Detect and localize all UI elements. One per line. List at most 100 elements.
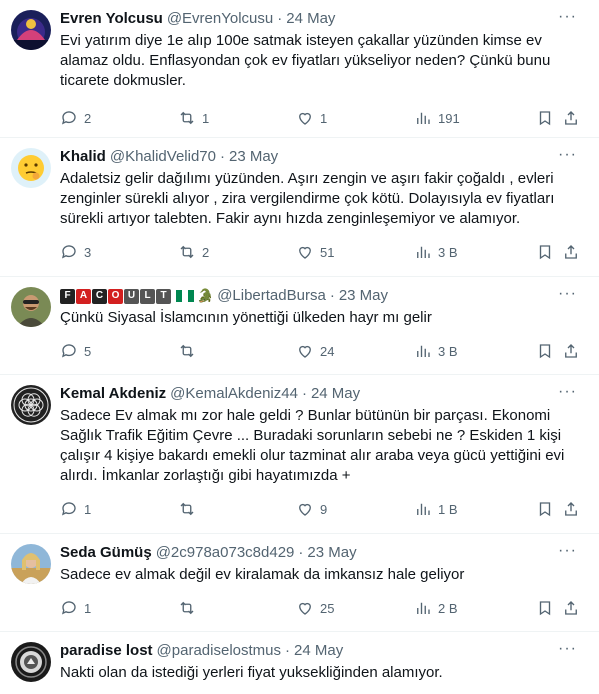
share-icon xyxy=(565,245,577,259)
share-icon xyxy=(565,502,577,516)
avatar[interactable] xyxy=(11,148,51,188)
avatar[interactable] xyxy=(11,10,51,50)
retweet-button[interactable]: 1 xyxy=(178,109,296,127)
tweet[interactable]: Khalid @KhalidVelid70 · 23 May ··· Adale… xyxy=(0,138,599,277)
retweet-icon xyxy=(180,111,194,125)
share-icon xyxy=(565,344,577,358)
share-button[interactable] xyxy=(562,599,582,617)
avatar[interactable] xyxy=(11,544,51,584)
tweet[interactable]: Evren Yolcusu @EvrenYolcusu · 24 May ···… xyxy=(0,0,599,138)
heart-icon xyxy=(299,345,311,358)
separator-dot: · xyxy=(329,287,335,304)
reply-icon xyxy=(61,502,76,516)
tweet-date[interactable]: 23 May xyxy=(307,544,356,562)
reply-button[interactable]: 3 xyxy=(60,243,178,261)
author-handle[interactable]: @KemalAkdeniz44 xyxy=(170,385,298,403)
author-name[interactable]: Kemal Akdeniz xyxy=(60,385,166,403)
avatar[interactable] xyxy=(11,385,51,425)
tweet-text: Evi yatırım diye 1e alıp 100e satmak ist… xyxy=(60,32,551,89)
reply-button[interactable]: 1 xyxy=(60,500,178,518)
bookmark-icon xyxy=(539,111,551,126)
bookmark-icon xyxy=(539,245,551,260)
views-button[interactable]: 3 B xyxy=(414,342,536,360)
reply-button[interactable]: 5 xyxy=(60,342,178,360)
author-handle[interactable]: @paradiselostmus xyxy=(157,642,281,660)
more-options-icon[interactable]: ··· xyxy=(558,146,577,164)
share-icon xyxy=(565,111,577,125)
reply-count: 1 xyxy=(84,501,92,517)
retweet-button[interactable] xyxy=(178,500,296,518)
like-count: 1 xyxy=(320,110,328,126)
author-name[interactable]: Khalid xyxy=(60,148,106,166)
tweet-feed: Evren Yolcusu @EvrenYolcusu · 24 May ···… xyxy=(0,0,599,694)
reply-button[interactable]: 1 xyxy=(60,599,178,617)
author-handle[interactable]: @2c978a073c8d429 xyxy=(156,544,295,562)
bookmark-button[interactable] xyxy=(536,599,562,617)
author-handle[interactable]: @EvrenYolcusu xyxy=(167,10,273,28)
tweet-date[interactable]: 24 May xyxy=(294,642,343,660)
tweet-actions: 1 25 2 B xyxy=(60,589,583,627)
views-button[interactable]: 2 B xyxy=(414,599,536,617)
like-button[interactable]: 9 xyxy=(296,500,414,518)
like-button[interactable]: 24 xyxy=(296,342,414,360)
avatar[interactable] xyxy=(11,287,51,327)
heart-icon xyxy=(299,112,311,125)
like-button[interactable]: 1 xyxy=(296,109,414,127)
more-options-icon[interactable]: ··· xyxy=(558,542,577,560)
tweet-date[interactable]: 23 May xyxy=(339,287,388,305)
retweet-button[interactable] xyxy=(178,342,296,360)
bookmark-button[interactable] xyxy=(536,243,562,261)
tweet[interactable]: Kemal Akdeniz @KemalAkdeniz44 · 24 May ·… xyxy=(0,375,599,534)
reply-button[interactable]: 2 xyxy=(60,109,178,127)
tweet-date[interactable]: 23 May xyxy=(229,148,278,166)
more-options-icon[interactable]: ··· xyxy=(558,640,577,658)
heart-icon xyxy=(299,503,311,516)
separator-dot: · xyxy=(285,642,290,659)
separator-dot: · xyxy=(277,10,283,27)
separator-dot: · xyxy=(298,544,304,561)
views-button[interactable]: 3 B xyxy=(414,243,536,261)
tweet-text: Sadece ev almak değil ev kiralamak da im… xyxy=(60,566,465,583)
tweet[interactable]: Seda Gümüş @2c978a073c8d429 · 23 May ···… xyxy=(0,534,599,632)
author-name[interactable]: Evren Yolcusu xyxy=(60,10,163,28)
share-button[interactable] xyxy=(562,342,582,360)
views-button[interactable]: 1 B xyxy=(414,500,536,518)
bookmark-button[interactable] xyxy=(536,109,562,127)
retweet-button[interactable] xyxy=(178,599,296,617)
author-handle[interactable]: @KhalidVelid70 xyxy=(110,148,216,166)
author-name[interactable]: F A C O U L T 🐊 xyxy=(60,287,217,305)
bookmark-button[interactable] xyxy=(536,500,562,518)
bookmark-button[interactable] xyxy=(536,342,562,360)
share-button[interactable] xyxy=(562,109,582,127)
tweet-actions: 5 24 3 B xyxy=(60,332,583,370)
retweet-count: 2 xyxy=(202,244,210,260)
tweet[interactable]: paradise lost @paradiselostmus · 24 May … xyxy=(0,632,599,694)
retweet-icon xyxy=(180,502,194,516)
retweet-icon xyxy=(180,245,194,259)
views-chart-icon xyxy=(417,503,430,515)
tweet[interactable]: F A C O U L T 🐊 @LibertadBursa · 23 May … xyxy=(0,277,599,375)
author-name[interactable]: paradise lost xyxy=(60,642,153,660)
nigeria-flag-icon xyxy=(176,290,194,302)
view-count: 3 B xyxy=(438,343,458,359)
tweet-date[interactable]: 24 May xyxy=(311,385,360,403)
author-handle[interactable]: @LibertadBursa xyxy=(217,287,326,305)
more-options-icon[interactable]: ··· xyxy=(558,285,577,303)
share-button[interactable] xyxy=(562,500,582,518)
like-button[interactable]: 51 xyxy=(296,243,414,261)
bookmark-icon xyxy=(539,601,551,616)
avatar[interactable] xyxy=(11,642,51,682)
like-button[interactable]: 25 xyxy=(296,599,414,617)
more-options-icon[interactable]: ··· xyxy=(558,8,577,26)
share-button[interactable] xyxy=(562,243,582,261)
views-chart-icon xyxy=(417,602,430,614)
reply-icon xyxy=(61,245,76,259)
views-button[interactable]: 191 xyxy=(414,109,536,127)
retweet-icon xyxy=(180,601,194,615)
heart-icon xyxy=(299,246,311,259)
view-count: 3 B xyxy=(438,244,458,260)
tweet-date[interactable]: 24 May xyxy=(286,10,335,28)
more-options-icon[interactable]: ··· xyxy=(558,383,577,401)
author-name[interactable]: Seda Gümüş xyxy=(60,544,152,562)
retweet-button[interactable]: 2 xyxy=(178,243,296,261)
